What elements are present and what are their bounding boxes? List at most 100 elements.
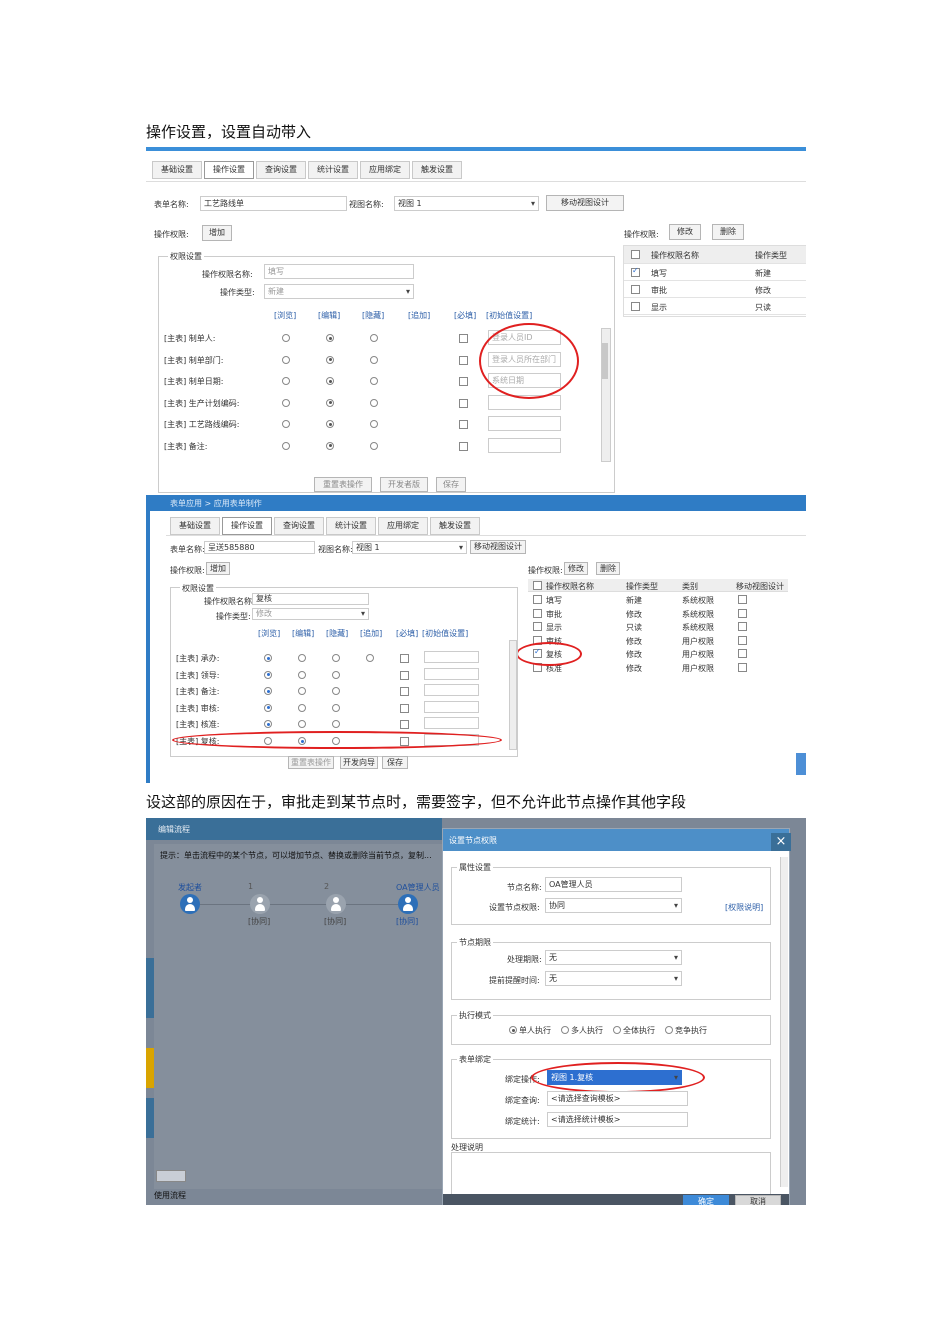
desc-textarea[interactable]	[451, 1152, 771, 1196]
use-flow-link[interactable]: 使用流程	[154, 1190, 186, 1201]
required-checkbox[interactable]	[400, 654, 409, 663]
tab-5[interactable]: 应用绑定	[378, 517, 428, 535]
bind-query-field[interactable]: <请选择查询模板>	[547, 1091, 688, 1106]
person-icon[interactable]	[250, 894, 270, 914]
select-all-checkbox[interactable]	[631, 250, 640, 259]
add-button[interactable]: 增加	[202, 225, 232, 241]
mobile-design-icon[interactable]	[738, 622, 747, 632]
field-radio[interactable]	[370, 377, 378, 385]
field-radio[interactable]	[282, 377, 290, 385]
field-radio[interactable]	[332, 703, 340, 712]
col-header[interactable]: [浏览]	[274, 310, 296, 321]
field-radio[interactable]	[264, 654, 272, 662]
field-radio[interactable]	[326, 441, 334, 450]
tab-2[interactable]: 操作设置	[204, 161, 254, 179]
field-radio[interactable]	[264, 703, 272, 712]
row-checkbox[interactable]	[631, 266, 640, 277]
scrollbar-thumb[interactable]	[602, 343, 608, 379]
field-radio[interactable]	[282, 441, 290, 450]
mobile-view-button[interactable]: 移动视图设计	[546, 195, 624, 211]
row-checkbox[interactable]	[631, 302, 640, 311]
field-radio[interactable]	[326, 377, 334, 385]
mobile-design-icon[interactable]	[738, 608, 747, 618]
mobile-design-icon[interactable]	[738, 595, 747, 604]
nav-arrows[interactable]	[156, 1170, 186, 1182]
field-radio[interactable]	[326, 355, 334, 364]
col-header[interactable]: [编辑]	[318, 310, 340, 321]
tab-1[interactable]: 基础设置	[170, 517, 220, 535]
col-header[interactable]: [编辑]	[292, 628, 314, 639]
dialog-scrollbar[interactable]	[780, 857, 788, 1187]
delete-button-2[interactable]: 删除	[596, 562, 620, 575]
field-radio[interactable]	[370, 398, 378, 407]
field-radio[interactable]	[366, 654, 374, 662]
col-header[interactable]: [浏览]	[258, 628, 280, 639]
person-icon[interactable]	[398, 894, 418, 914]
mobile-view-button-2[interactable]: 移动视图设计	[470, 540, 526, 554]
field-radio[interactable]	[326, 398, 334, 407]
col-header[interactable]: [必填]	[396, 628, 418, 639]
required-checkbox[interactable]	[459, 420, 468, 429]
bottom-button[interactable]: 重置表操作	[314, 477, 372, 492]
ok-button[interactable]: 确定	[683, 1195, 729, 1205]
remind-select[interactable]: 无	[545, 971, 682, 986]
field-radio[interactable]	[326, 334, 334, 342]
bottom-button[interactable]: 重置表操作	[288, 756, 334, 769]
perm-name-field[interactable]: 填写	[264, 264, 414, 279]
field-radio[interactable]	[298, 654, 306, 662]
field-radio[interactable]	[326, 420, 334, 428]
required-checkbox[interactable]	[459, 334, 468, 343]
init-value-field[interactable]	[424, 667, 479, 680]
form-name-field-2[interactable]: 呈送585880	[204, 541, 315, 554]
required-checkbox[interactable]	[400, 703, 409, 713]
edit-button-2[interactable]: 修改	[564, 562, 588, 575]
edit-button[interactable]: 修改	[669, 224, 701, 240]
exec-mode-radio[interactable]	[613, 1026, 621, 1034]
side-tab[interactable]	[796, 753, 806, 775]
bottom-button[interactable]: 保存	[382, 756, 408, 769]
exec-mode-radio[interactable]	[665, 1026, 673, 1034]
deadline-select[interactable]: 无	[545, 950, 682, 965]
tab-1[interactable]: 基础设置	[152, 161, 202, 179]
scrollbar-2[interactable]	[509, 640, 517, 750]
row-checkbox[interactable]	[533, 595, 542, 604]
mobile-design-icon[interactable]	[738, 635, 747, 645]
view-name-select-2[interactable]: 视图 1	[352, 541, 467, 554]
mobile-design-icon[interactable]	[738, 663, 747, 672]
tab-6[interactable]: 触发设置	[412, 161, 462, 179]
field-radio[interactable]	[282, 355, 290, 364]
tab-4[interactable]: 统计设置	[326, 517, 376, 535]
col-header[interactable]: [追加]	[408, 310, 430, 321]
col-header[interactable]: [初始值设置]	[486, 310, 532, 321]
row-checkbox[interactable]	[533, 608, 542, 618]
tab-3[interactable]: 查询设置	[274, 517, 324, 535]
exec-mode-radio[interactable]	[561, 1026, 569, 1034]
node-perm-select[interactable]: 协同	[545, 898, 682, 913]
field-radio[interactable]	[332, 670, 340, 679]
col-header[interactable]: [隐藏]	[362, 310, 384, 321]
add-button-2[interactable]: 增加	[206, 562, 230, 575]
node-name-field[interactable]: OA管理人员	[545, 877, 682, 892]
field-radio[interactable]	[370, 355, 378, 364]
field-radio[interactable]	[264, 670, 272, 679]
required-checkbox[interactable]	[459, 377, 468, 386]
tab-3[interactable]: 查询设置	[256, 161, 306, 179]
init-value-field[interactable]	[424, 717, 479, 730]
person-icon[interactable]	[326, 894, 346, 914]
field-radio[interactable]	[332, 654, 340, 662]
init-value-field[interactable]	[488, 437, 561, 453]
field-radio[interactable]	[298, 670, 306, 679]
tab-2[interactable]: 操作设置	[222, 517, 272, 535]
op-type-select[interactable]: 新建	[264, 284, 414, 299]
exec-mode-radio[interactable]	[509, 1026, 517, 1034]
row-checkbox[interactable]	[631, 285, 640, 294]
tab-4[interactable]: 统计设置	[308, 161, 358, 179]
col-header[interactable]: [追加]	[360, 628, 382, 639]
required-checkbox[interactable]	[400, 670, 409, 680]
field-radio[interactable]	[298, 703, 306, 712]
init-value-field[interactable]	[424, 684, 479, 697]
bottom-button[interactable]: 保存	[436, 477, 466, 492]
required-checkbox[interactable]	[400, 720, 409, 730]
select-all-checkbox-2[interactable]	[533, 581, 542, 590]
col-header[interactable]: [必填]	[454, 310, 476, 321]
